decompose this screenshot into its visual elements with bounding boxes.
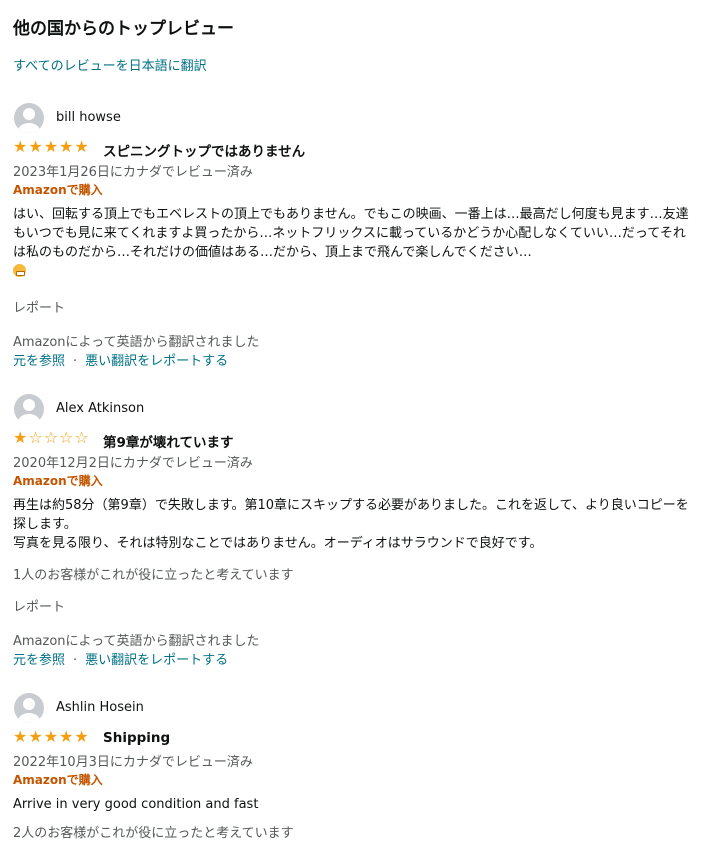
star-filled-icon: ★: [59, 727, 74, 746]
review-body-line: 写真を見る限り、それは特別なことではありません。オーディオはサラウンドで良好です…: [13, 536, 543, 551]
star-empty-icon: ☆: [59, 428, 74, 447]
avatar[interactable]: [14, 103, 44, 133]
review-title[interactable]: Shipping: [103, 730, 170, 746]
review-date: 2023年1月26日にカナダでレビュー済み: [13, 165, 253, 180]
separator: ·: [73, 653, 78, 668]
star-filled-icon: ★: [13, 428, 28, 447]
star-filled-icon: ★: [59, 137, 74, 156]
see-original-link[interactable]: 元を参照: [13, 354, 65, 369]
review-body-line: 再生は約58分（第9章）で失敗します。第10章にスキップする必要がありました。こ…: [13, 498, 689, 532]
user-icon: [18, 399, 40, 424]
user-icon: [18, 698, 40, 723]
reviewer-name[interactable]: Ashlin Hosein: [56, 700, 144, 715]
user-icon: [18, 108, 40, 133]
star-filled-icon: ★: [13, 727, 28, 746]
helpful-count: 2人のお客様がこれが役に立ったと考えています: [13, 826, 294, 841]
star-rating[interactable]: ★ ☆ ☆ ☆ ☆: [13, 430, 89, 446]
review-body-text: はい、回転する頂上でもエベレストの頂上でもありません。でもこの映画、一番上は…最…: [13, 207, 689, 260]
translation-links: 元を参照 · 悪い翻訳をレポートする: [13, 350, 228, 369]
verified-purchase-badge: Amazonで購入: [13, 474, 103, 488]
star-filled-icon: ★: [43, 137, 59, 156]
star-filled-icon: ★: [13, 137, 28, 156]
review-title[interactable]: 第9章が壊れています: [103, 431, 234, 451]
section-title: 他の国からのトップレビュー: [13, 19, 234, 39]
star-rating[interactable]: ★ ★ ★ ★ ★: [13, 729, 89, 745]
star-empty-icon: ☆: [74, 428, 89, 447]
translated-note: Amazonによって英語から翻訳されました: [13, 335, 260, 350]
reviewer-name[interactable]: Alex Atkinson: [56, 401, 144, 416]
star-filled-icon: ★: [28, 727, 43, 746]
verified-purchase-badge: Amazonで購入: [13, 773, 103, 787]
star-rating[interactable]: ★ ★ ★ ★ ★: [13, 139, 89, 155]
reviewer-name[interactable]: bill howse: [56, 110, 121, 125]
review-date: 2022年10月3日にカナダでレビュー済み: [13, 755, 253, 770]
review-body: Arrive in very good condition and fast: [13, 797, 259, 812]
avatar[interactable]: [14, 394, 44, 424]
review-body: 再生は約58分（第9章）で失敗します。第10章にスキップする必要がありました。こ…: [13, 496, 693, 553]
star-empty-icon: ☆: [43, 428, 59, 447]
report-link[interactable]: レポート: [13, 297, 65, 316]
review-body: はい、回転する頂上でもエベレストの頂上でもありません。でもこの映画、一番上は…最…: [13, 205, 693, 281]
verified-purchase-badge: Amazonで購入: [13, 183, 103, 197]
review-title[interactable]: スピニングトップではありません: [103, 140, 305, 160]
grinning-face-icon: [13, 264, 26, 277]
star-filled-icon: ★: [74, 727, 89, 746]
translation-links: 元を参照 · 悪い翻訳をレポートする: [13, 649, 228, 668]
helpful-count: 1人のお客様がこれが役に立ったと考えています: [13, 568, 294, 583]
report-translation-link[interactable]: 悪い翻訳をレポートする: [85, 354, 228, 369]
star-filled-icon: ★: [43, 727, 59, 746]
avatar[interactable]: [14, 693, 44, 723]
star-empty-icon: ☆: [28, 428, 43, 447]
see-original-link[interactable]: 元を参照: [13, 653, 65, 668]
review-date: 2020年12月2日にカナダでレビュー済み: [13, 456, 253, 471]
star-filled-icon: ★: [28, 137, 43, 156]
star-filled-icon: ★: [74, 137, 89, 156]
separator: ·: [73, 354, 78, 369]
translate-all-link[interactable]: すべてのレビューを日本語に翻訳: [13, 55, 207, 74]
report-link[interactable]: レポート: [13, 596, 65, 615]
reviews-section: 他の国からのトップレビュー すべてのレビューを日本語に翻訳 bill howse…: [0, 0, 701, 856]
translated-note: Amazonによって英語から翻訳されました: [13, 634, 260, 649]
report-translation-link[interactable]: 悪い翻訳をレポートする: [85, 653, 228, 668]
